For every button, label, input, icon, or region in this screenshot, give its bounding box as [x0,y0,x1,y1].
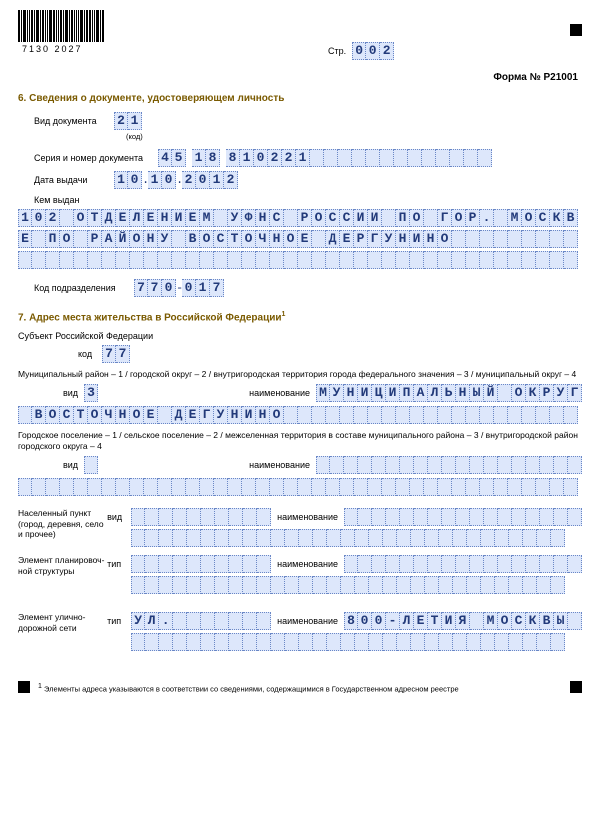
issue-date-label: Дата выдачи [34,175,114,185]
mun-type: 3 [84,384,98,402]
street-type-label: тип [107,616,131,626]
series-label: Серия и номер документа [34,153,158,163]
section-7-title: 7. Адрес места жительства в Российской Ф… [18,311,582,323]
gor-name-line2 [18,478,582,496]
doc-type-value: 21 [114,112,142,130]
gor-note: Городское поселение – 1 / сельское посел… [18,430,582,452]
np-label: Населенный пункт (город, деревня, село и… [18,508,107,539]
section-6-title: 6. Сведения о документе, удостоверяющем … [18,93,582,104]
np-type [131,508,271,526]
plan-type [131,555,271,573]
subject-code-label: код [78,349,102,359]
subject-code: 77 [102,345,130,363]
plan-name-label: наименование [277,559,338,569]
corner-marker-top [570,24,582,36]
issued-by-line3 [18,251,582,269]
gor-type [84,456,98,474]
np-name-label: наименование [277,512,338,522]
street-name-line1: 800-ЛЕТИЯ МОСКВЫ [344,612,582,630]
corner-marker-bottom-right [570,681,582,693]
doc-type-label: Вид документа [34,116,114,126]
subject-title: Субъект Российской Федерации [18,331,582,341]
dept-code-label: Код подразделения [34,283,134,293]
street-type: УЛ. [131,612,271,630]
form-number: Форма № Р21001 [18,72,578,83]
issued-by-line2: Е ПО РАЙОНУ ВОСТОЧНОЕ ДЕРГУНИНО [18,230,582,248]
doc-type-sub: (код) [126,132,582,141]
street-name-label: наименование [277,616,338,626]
plan-name-line1 [344,555,582,573]
plan-type-label: тип [107,559,131,569]
mun-name-line1: МУНИЦИПАЛЬНЫЙ ОКРУГ [316,384,582,402]
page-label: Стр. [328,46,346,56]
gor-name-line1 [316,456,582,474]
gor-name-label: наименование [219,460,310,470]
dept-code-value: 770-017 [134,279,224,297]
street-label: Элемент улично- дорожной сети [18,612,107,632]
street-name-line2 [131,633,582,651]
plan-label: Элемент планировоч- ной структуры [18,555,107,575]
mun-name-label: наименование [219,388,310,398]
mun-type-label: вид [18,388,84,398]
issued-by-label: Кем выдан [34,195,582,205]
corner-marker-bottom-left [18,681,30,693]
barcode-number: 7130 2027 [22,44,83,54]
issued-by-line1: 102 ОТДЕЛЕНИЕМ УФНС РОССИИ ПО ГОР. МОСКВ [18,209,582,227]
np-name-line1 [344,508,582,526]
issue-date-value: 10.10.2012 [114,171,238,189]
footnote: 1 Элементы адреса указываются в соответс… [38,683,570,694]
series-value: 45 18 810221 [158,149,492,167]
barcode: 7130 2027 [18,10,104,54]
gor-type-label: вид [18,460,84,470]
np-type-label: вид [107,512,131,522]
plan-name-line2 [131,576,582,594]
mun-name-line2: ВОСТОЧНОЕ ДЕГУНИНО [18,406,582,424]
page-number: 002 [352,42,394,60]
np-name-line2 [131,529,582,547]
mun-note: Муниципальный район – 1 / городской окру… [18,369,582,380]
